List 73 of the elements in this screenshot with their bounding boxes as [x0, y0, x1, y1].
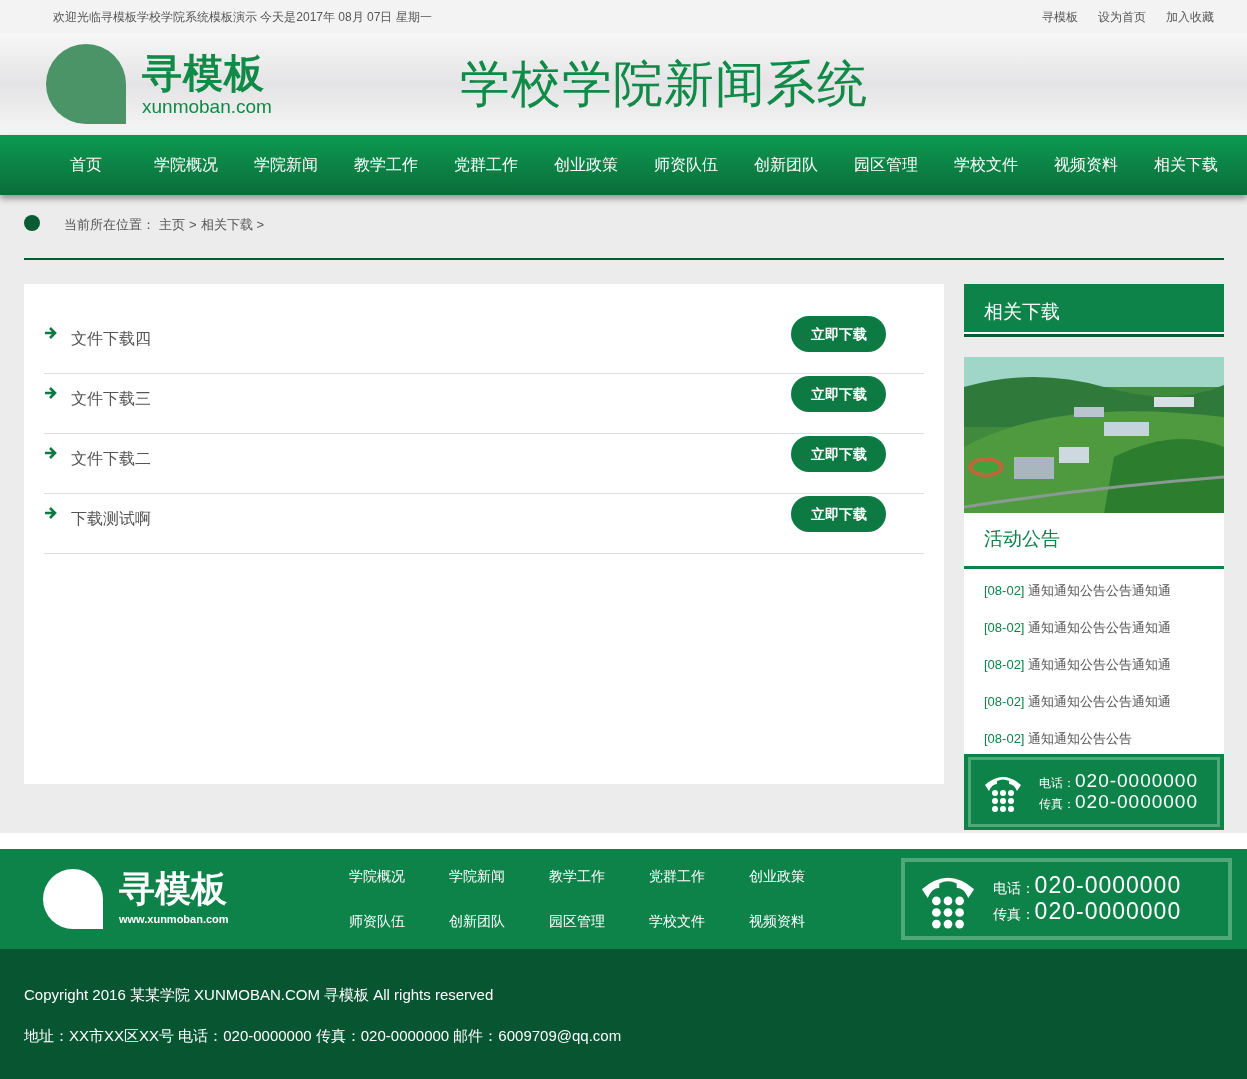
logo-name: 寻模板: [119, 870, 228, 907]
logo-url: xunmoban.com: [142, 96, 272, 116]
top-link[interactable]: 寻模板: [1042, 7, 1078, 26]
footer-link[interactable]: 学校文件: [648, 911, 749, 932]
site-title: 学校学院新闻系统: [459, 54, 868, 114]
footer-link[interactable]: 党群工作: [648, 866, 749, 887]
breadcrumb-label: 当前所在位置：: [64, 216, 155, 234]
nav-link[interactable]: 创业政策: [536, 153, 636, 177]
bullet-icon: [24, 215, 40, 231]
file-title[interactable]: 文件下载三: [71, 387, 151, 411]
arrow-icon: [44, 326, 57, 340]
top-link[interactable]: 加入收藏: [1166, 7, 1214, 26]
footer-link[interactable]: 创业政策: [748, 866, 849, 887]
file-title[interactable]: 文件下载二: [71, 447, 151, 471]
nav-link[interactable]: 党群工作: [436, 153, 536, 177]
footer-link[interactable]: 创新团队: [448, 911, 549, 932]
notice-date: [08-02]: [984, 693, 1025, 709]
logo-icon: [46, 44, 126, 124]
nav-link[interactable]: 教学工作: [336, 153, 436, 177]
nav-link[interactable]: 学院新闻: [236, 153, 336, 177]
top-link[interactable]: 设为首页: [1098, 7, 1146, 26]
nav-link[interactable]: 创新团队: [736, 153, 836, 177]
nav-link[interactable]: 学院概况: [136, 153, 236, 177]
breadcrumb-link[interactable]: 主页: [159, 215, 185, 235]
notice-date: [08-02]: [984, 730, 1025, 746]
notice-link[interactable]: 通知通知公告公告通知通: [1028, 656, 1172, 672]
nav-link[interactable]: 师资队伍: [636, 153, 736, 177]
logo-name: 寻模板: [142, 52, 266, 93]
contact-label: 传真：: [992, 905, 1035, 924]
contact-label: 电话：: [1039, 774, 1075, 792]
contact-label: 电话：: [992, 879, 1035, 898]
nav-link[interactable]: 相关下载: [1136, 153, 1236, 177]
welcome-text: 欢迎光临寻模板学校学院系统模板演示 今天是2017年 08月 07日 星期一: [53, 8, 432, 26]
arrow-icon: [44, 446, 57, 460]
breadcrumb-link[interactable]: 相关下载: [200, 215, 253, 235]
footer-link[interactable]: 学院概况: [348, 866, 449, 887]
file-title[interactable]: 文件下载四: [71, 327, 151, 351]
breadcrumb-separator: >: [189, 216, 197, 234]
download-button[interactable]: 立即下载: [791, 436, 886, 472]
footer-link[interactable]: 师资队伍: [348, 911, 449, 932]
nav-link[interactable]: 首页: [36, 153, 136, 177]
download-button[interactable]: 立即下载: [791, 316, 886, 352]
notice-date: [08-02]: [984, 582, 1025, 598]
notice-date: [08-02]: [984, 619, 1025, 635]
footer-link[interactable]: 教学工作: [548, 866, 649, 887]
footer-link[interactable]: 视频资料: [748, 911, 849, 932]
footer-link[interactable]: 学院新闻: [448, 866, 549, 887]
notice-date: [08-02]: [984, 656, 1025, 672]
nav-link[interactable]: 园区管理: [836, 153, 936, 177]
nav-link[interactable]: 学校文件: [936, 153, 1036, 177]
address-text: 地址：XX市XX区XX号 电话：020-0000000 传真：020-0000000 邮件：6009709@qq.com: [24, 1025, 623, 1046]
sidebar-heading: 相关下载: [964, 284, 1224, 337]
nav-link[interactable]: 视频资料: [1036, 153, 1136, 177]
phone-number: 020-0000000: [1075, 791, 1198, 812]
phone-number: 020-0000000: [1075, 770, 1198, 791]
arrow-icon: [44, 506, 57, 520]
notice-link[interactable]: 通知通知公告公告通知通: [1028, 582, 1172, 598]
download-button[interactable]: 立即下载: [791, 496, 886, 532]
logo-url: www.xunmoban.com: [119, 911, 229, 927]
download-button[interactable]: 立即下载: [791, 376, 886, 412]
notice-link[interactable]: 通知通知公告公告通知通: [1028, 693, 1172, 709]
phone-number: 020-0000000: [1034, 873, 1182, 899]
notice-heading: 活动公告: [964, 513, 1224, 569]
footer-link[interactable]: 园区管理: [548, 911, 649, 932]
phone-number: 020-0000000: [1034, 899, 1182, 925]
logo-icon: [43, 869, 103, 929]
notice-link[interactable]: 通知通知公告公告通知通: [1028, 619, 1172, 635]
breadcrumb-separator: >: [256, 216, 265, 234]
arrow-icon: [44, 386, 57, 400]
contact-label: 传真：: [1039, 795, 1075, 813]
file-title[interactable]: 下载测试啊: [71, 507, 151, 531]
notice-link[interactable]: 通知通知公告公告: [1028, 730, 1133, 746]
copyright-text: Copyright 2016 某某学院 XUNMOBAN.COM 寻模板 All rights reserved: [24, 985, 495, 1005]
